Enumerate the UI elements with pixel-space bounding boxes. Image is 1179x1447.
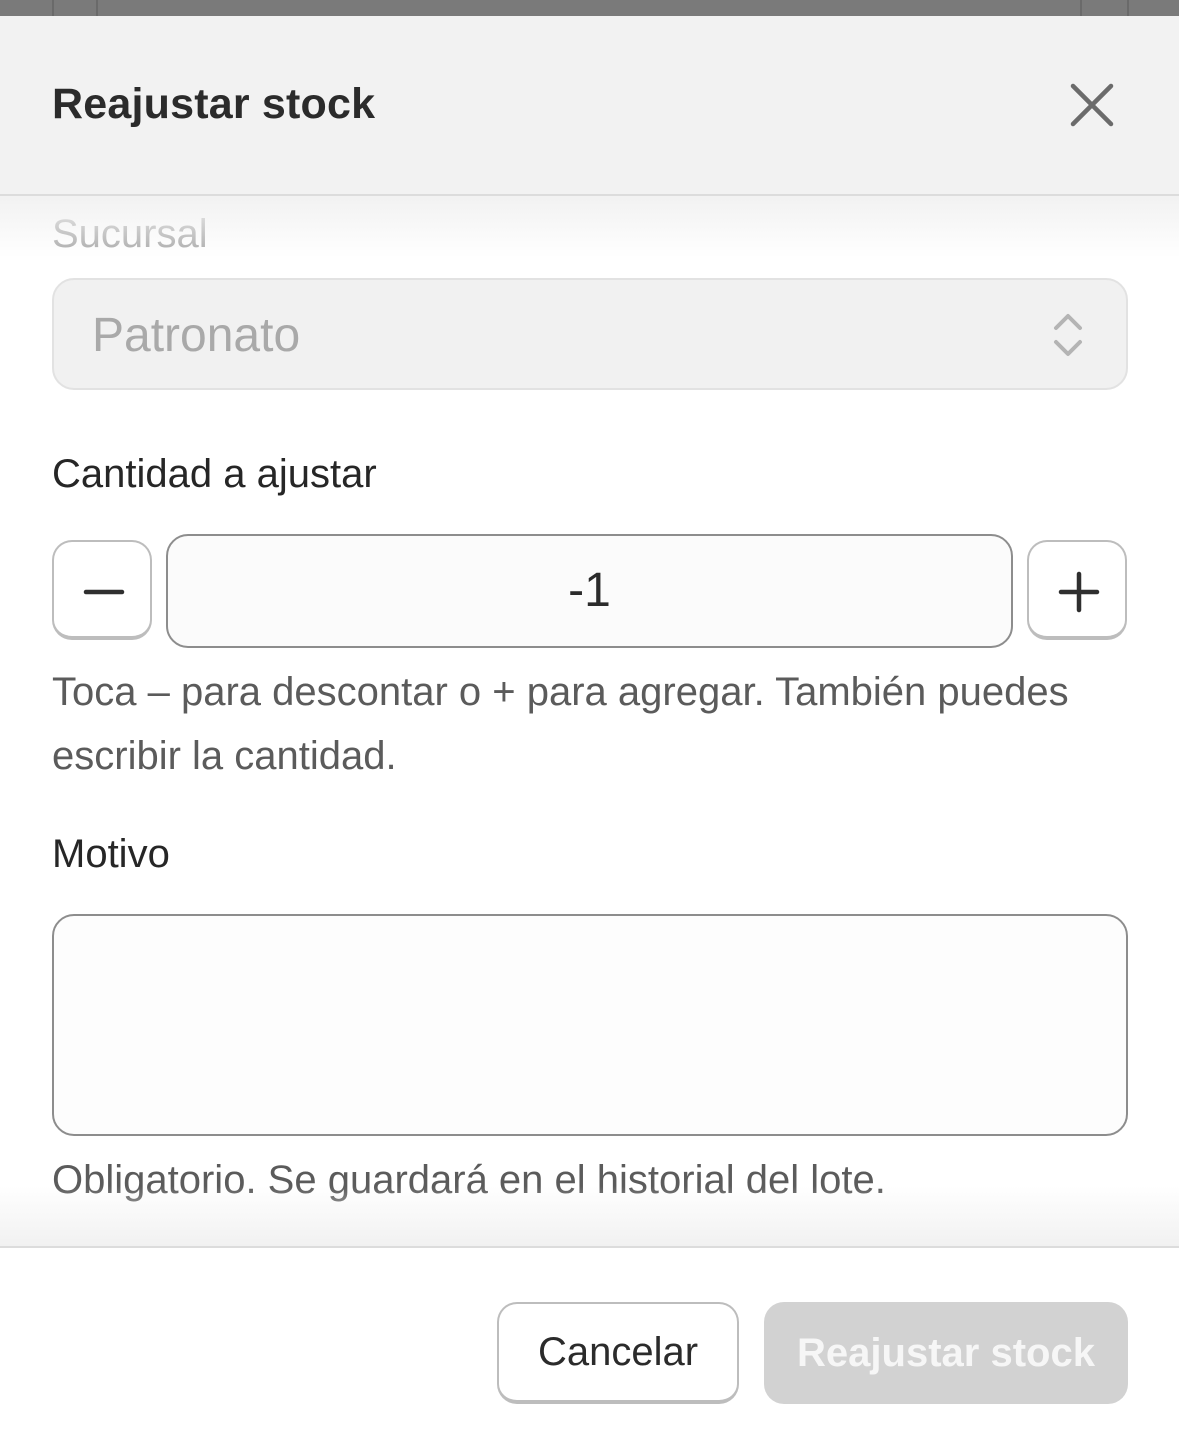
branch-select-value: Patronato <box>92 309 301 362</box>
reason-help-text: Obligatorio. Se guardará en el historial… <box>52 1158 886 1202</box>
modal-footer: Cancelar Reajustar stock <box>0 1246 1179 1447</box>
modal-title: Reajustar stock <box>52 80 376 128</box>
modal-header: Reajustar stock <box>0 16 1179 196</box>
quantity-label: Cantidad a ajustar <box>52 452 377 496</box>
modal-body[interactable]: Sucursal Patronato Cantidad a ajustar -1… <box>0 198 1179 1246</box>
adjust-stock-modal: Reajustar stock Sucursal Patronato Canti… <box>0 16 1179 1447</box>
quantity-help-text: Toca – para descontar o + para agregar. … <box>52 670 1069 778</box>
close-button[interactable] <box>1065 78 1119 132</box>
background-divider <box>96 0 98 16</box>
background-divider <box>52 0 54 16</box>
minus-icon <box>83 589 125 595</box>
increment-button[interactable] <box>1027 540 1127 640</box>
cancel-button[interactable]: Cancelar <box>497 1302 739 1404</box>
decrement-button[interactable] <box>52 540 152 640</box>
plus-icon <box>1058 571 1100 613</box>
background-overlay <box>0 0 1179 16</box>
close-icon <box>1070 83 1114 127</box>
quantity-input[interactable]: -1 <box>166 534 1013 648</box>
branch-select[interactable]: Patronato <box>52 278 1128 390</box>
branch-label: Sucursal <box>52 212 208 256</box>
reason-textarea[interactable] <box>52 914 1128 1136</box>
chevron-up-down-icon <box>1054 314 1082 356</box>
reason-label: Motivo <box>52 832 170 876</box>
background-divider <box>1080 0 1082 16</box>
background-divider <box>1127 0 1129 16</box>
submit-adjust-stock-button[interactable]: Reajustar stock <box>764 1302 1128 1404</box>
